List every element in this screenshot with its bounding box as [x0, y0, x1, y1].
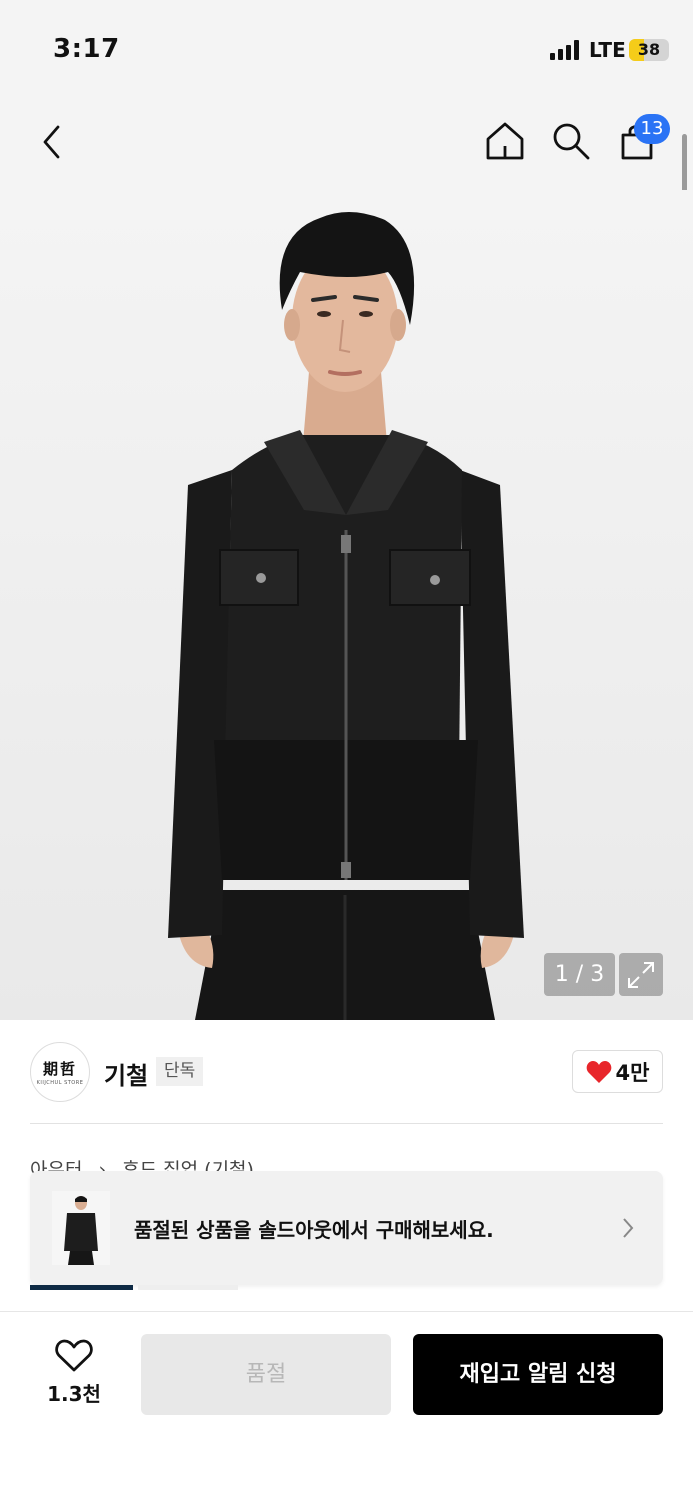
battery-icon: 38: [629, 39, 669, 61]
heart-outline-icon: [55, 1339, 93, 1372]
product-thumbnail: [52, 1191, 110, 1265]
exclusive-badge: 단독: [156, 1057, 204, 1086]
cart-count-badge: 13: [634, 114, 670, 144]
product-image-carousel[interactable]: [0, 190, 693, 1020]
soldout-promo-banner[interactable]: 품절된 상품을 솔드아웃에서 구매해보세요.: [30, 1171, 663, 1285]
brand-like-count: 4만: [615, 1060, 650, 1085]
soldout-promo-message: 품절된 상품을 솔드아웃에서 구매해보세요.: [134, 1218, 494, 1242]
wishlist-count: 1.3천: [47, 1382, 101, 1406]
chevron-left-icon: [43, 125, 60, 159]
soldout-button[interactable]: 품절: [141, 1334, 391, 1415]
bottom-action-bar: 1.3천 품절 재입고 알림 신청: [0, 1312, 693, 1500]
expand-icon: [628, 961, 654, 988]
brand-row: 期哲 KIIJCHUL STORE 기철 단독 4만: [0, 1020, 693, 1125]
chevron-right-icon: [623, 1218, 634, 1238]
status-time: 3:17: [53, 34, 120, 64]
wishlist-button[interactable]: 1.3천: [34, 1336, 114, 1406]
tab-indicator-active: [30, 1285, 133, 1290]
nav-bar: [0, 100, 693, 190]
expand-image-button[interactable]: [619, 953, 663, 996]
product-photo-model-jacket: [168, 211, 524, 1020]
divider: [30, 1123, 663, 1124]
brand-logo-subtext: KIIJCHUL STORE: [36, 1080, 84, 1086]
image-page-indicator: 1 / 3: [544, 953, 615, 996]
search-button[interactable]: [548, 118, 594, 164]
restock-alert-button[interactable]: 재입고 알림 신청: [413, 1334, 663, 1415]
home-icon: [486, 122, 524, 160]
status-bar: 3:17 LTE 38: [0, 0, 693, 100]
cellular-signal-icon: [550, 40, 579, 60]
battery-level: 38: [637, 40, 661, 59]
network-type: LTE: [589, 38, 626, 62]
brand-like-button[interactable]: 4만: [572, 1050, 663, 1093]
home-button[interactable]: [482, 118, 528, 164]
search-icon: [553, 123, 590, 160]
brand-logo[interactable]: 期哲 KIIJCHUL STORE: [30, 1042, 90, 1102]
back-button[interactable]: [30, 120, 74, 164]
tab-indicator: [138, 1285, 238, 1290]
brand-logo-text: 期哲: [42, 1060, 77, 1078]
brand-name[interactable]: 기철: [104, 1056, 148, 1091]
heart-filled-icon: [586, 1060, 611, 1083]
